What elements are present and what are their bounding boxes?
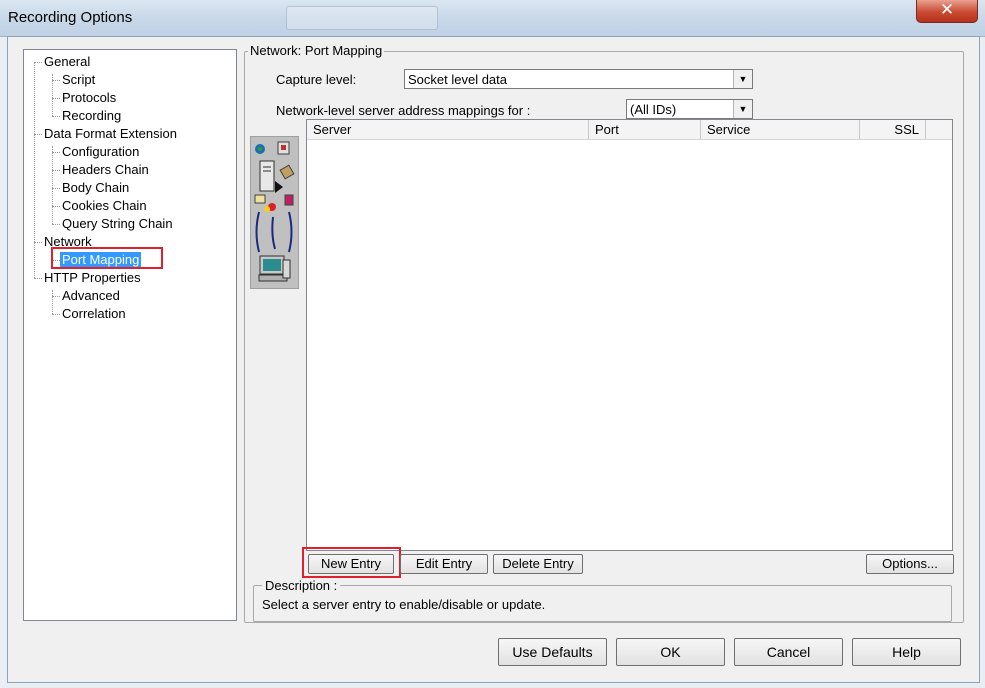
- capture-level-value: Socket level data: [408, 72, 508, 87]
- tree-item-general[interactable]: General: [44, 53, 90, 71]
- mappings-value: (All IDs): [630, 102, 677, 117]
- tree-item-recording[interactable]: Recording: [62, 107, 121, 125]
- description-title: Description :: [262, 578, 341, 593]
- window-title: Recording Options: [8, 9, 133, 26]
- tree-connector: [52, 188, 60, 189]
- tree-connector: [34, 134, 42, 135]
- description-text: Select a server entry to enable/disable …: [262, 597, 546, 612]
- network-diagram-icon: [254, 141, 295, 282]
- help-button[interactable]: Help: [852, 638, 961, 666]
- column-header-ssl[interactable]: SSL: [860, 120, 926, 139]
- title-bar: Recording Options ✕: [0, 0, 985, 37]
- tree-connector: [34, 62, 42, 63]
- close-button[interactable]: ✕: [916, 0, 978, 23]
- group-title: Network: Port Mapping: [248, 43, 385, 58]
- dialog-client-area: General Script Protocols Recording Data …: [7, 36, 980, 683]
- tree-connector: [52, 206, 60, 207]
- server-mapping-table[interactable]: Server Port Service SSL: [306, 119, 953, 551]
- column-header-port[interactable]: Port: [589, 120, 701, 139]
- capture-level-select[interactable]: Socket level data ▼: [404, 69, 753, 89]
- tree-connector: [52, 80, 60, 81]
- tree-item-correlation[interactable]: Correlation: [62, 305, 126, 323]
- tree-item-query-string-chain[interactable]: Query String Chain: [62, 215, 173, 233]
- tree-root-line: [34, 62, 35, 278]
- tree-connector: [34, 278, 42, 279]
- tree-connector: [52, 170, 60, 171]
- tree-item-http-properties[interactable]: HTTP Properties: [44, 269, 141, 287]
- port-mapping-highlight-box: [51, 247, 163, 269]
- use-defaults-button[interactable]: Use Defaults: [498, 638, 607, 666]
- column-header-service[interactable]: Service: [701, 120, 860, 139]
- tree-connector: [52, 98, 60, 99]
- tree-connector: [52, 296, 60, 297]
- background-tab: [286, 6, 438, 30]
- chevron-down-icon[interactable]: ▼: [733, 70, 752, 88]
- network-icon-strip: [250, 136, 299, 289]
- tree-item-headers-chain[interactable]: Headers Chain: [62, 161, 149, 179]
- tree-branch-line-dfe: [52, 146, 53, 224]
- cancel-button[interactable]: Cancel: [734, 638, 843, 666]
- tree-connector: [52, 116, 60, 117]
- delete-entry-button[interactable]: Delete Entry: [493, 554, 583, 574]
- tree-item-script[interactable]: Script: [62, 71, 95, 89]
- tree-connector: [52, 224, 60, 225]
- tree-item-configuration[interactable]: Configuration: [62, 143, 139, 161]
- mappings-select[interactable]: (All IDs) ▼: [626, 99, 753, 119]
- tree-connector: [52, 314, 60, 315]
- new-entry-highlight-box: [302, 547, 401, 578]
- tree-branch-line-http: [52, 290, 53, 314]
- column-header-server[interactable]: Server: [307, 120, 589, 139]
- options-tree[interactable]: General Script Protocols Recording Data …: [23, 49, 237, 621]
- tree-item-advanced[interactable]: Advanced: [62, 287, 120, 305]
- capture-level-label: Capture level:: [276, 72, 357, 87]
- tree-item-cookies-chain[interactable]: Cookies Chain: [62, 197, 147, 215]
- chevron-down-icon[interactable]: ▼: [733, 100, 752, 118]
- tree-connector: [52, 152, 60, 153]
- tree-item-data-format-extension[interactable]: Data Format Extension: [44, 125, 177, 143]
- options-button[interactable]: Options...: [866, 554, 954, 574]
- edit-entry-button[interactable]: Edit Entry: [400, 554, 488, 574]
- tree-item-body-chain[interactable]: Body Chain: [62, 179, 129, 197]
- mappings-label: Network-level server address mappings fo…: [276, 103, 531, 118]
- tree-item-protocols[interactable]: Protocols: [62, 89, 116, 107]
- table-header: Server Port Service SSL: [307, 120, 952, 140]
- tree-connector: [34, 242, 42, 243]
- ok-button[interactable]: OK: [616, 638, 725, 666]
